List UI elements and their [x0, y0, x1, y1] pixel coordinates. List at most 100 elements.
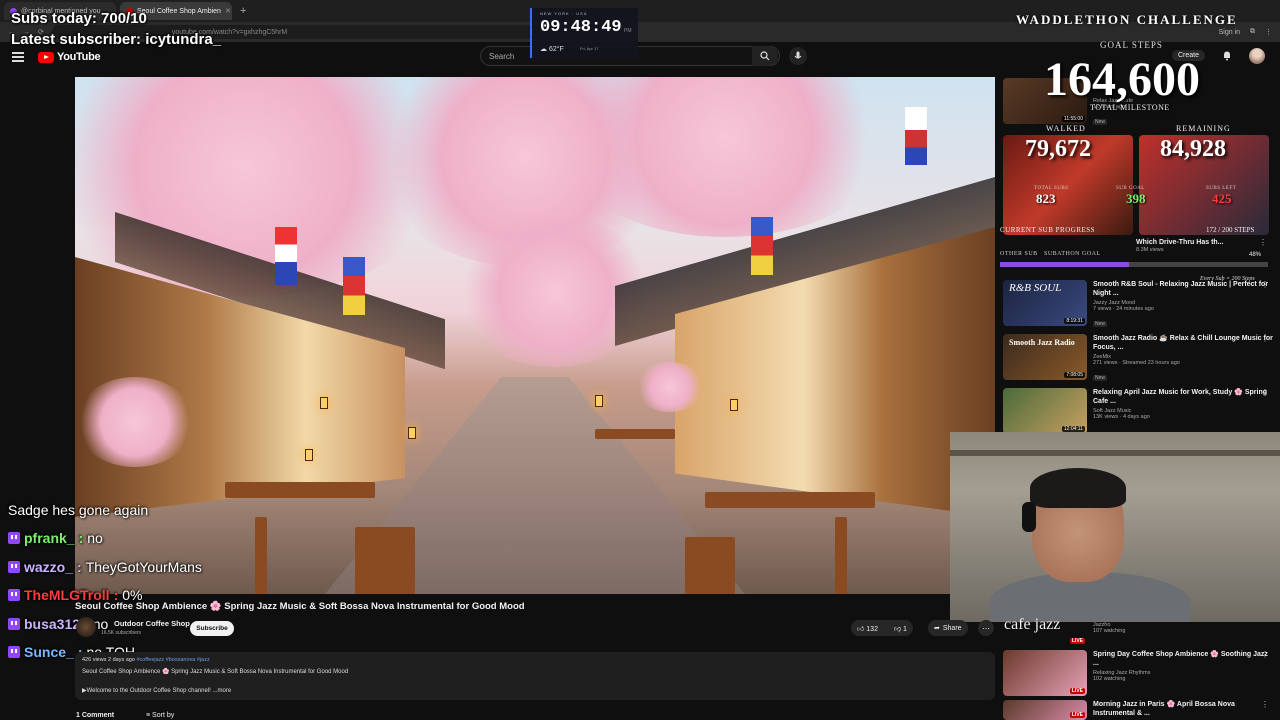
recommendation-title: Spring Day Coffee Shop Ambience 🌸 Soothi… — [1093, 651, 1268, 667]
recommendation-item[interactable]: LIVE Morning Jazz in Paris 🌸 April Bossa… — [1003, 700, 1273, 720]
subscribe-button[interactable]: Subscribe — [190, 621, 234, 636]
recommendation-meta: Smooth Jazz Radio ☕ Relax & Chill Lounge… — [1093, 334, 1273, 381]
hanging-banner — [343, 257, 365, 315]
more-actions-icon[interactable]: ⋮ — [1259, 238, 1267, 247]
recommendation-thumbnail[interactable]: LIVE — [1003, 620, 1087, 646]
hanging-banner — [275, 227, 297, 285]
twitch-icon — [8, 561, 20, 573]
walked-label: WALKED — [1046, 124, 1086, 133]
like-count: 132 — [866, 625, 878, 633]
channel-name[interactable]: Outdoor Coffee Shop — [114, 619, 190, 628]
hashtags[interactable]: #coffeejazz #bossanova #jazz — [136, 657, 209, 663]
recommendation-views: 107 watching — [1093, 628, 1126, 634]
subathon-goal-label: SUBATHON GOAL — [1044, 251, 1101, 257]
chat-username: pfrank_ — [24, 530, 75, 546]
waddlethon-title: WADDLETHON CHALLENGE — [1016, 12, 1238, 27]
subs-left-value: 425 — [1212, 191, 1232, 206]
pink-flower-bush — [75, 377, 195, 467]
other-sub-label: OTHER SUB — [1000, 251, 1038, 257]
sign-in-link[interactable]: Sign in — [1219, 29, 1240, 36]
live-badge: LIVE — [1069, 688, 1085, 694]
new-tab-icon[interactable]: + — [236, 5, 250, 17]
lantern — [320, 397, 328, 409]
cloud-icon: ☁ — [540, 46, 547, 53]
more-actions-icon[interactable]: ⋮ — [1261, 700, 1269, 709]
wooden-table — [225, 482, 375, 498]
more-actions-icon[interactable]: ⋮ — [1261, 388, 1269, 397]
recommendation-views: 8.3M views — [1136, 247, 1164, 253]
live-badge: LIVE — [1069, 638, 1085, 644]
video-player[interactable] — [75, 77, 995, 594]
recommendation-thumbnail[interactable]: Smooth Jazz Radio 7:08:05 — [1003, 334, 1087, 380]
account-avatar[interactable] — [1249, 48, 1265, 64]
chat-separator: : — [78, 530, 84, 546]
more-actions-button[interactable]: ⋯ — [978, 620, 994, 636]
video-duration: 7:08:05 — [1064, 372, 1085, 378]
clock-ampm: PM — [624, 28, 632, 34]
thumbnail-text: R&B SOUL — [1009, 282, 1062, 294]
total-milestone-label: TOTAL MILESTONE — [1090, 103, 1170, 112]
share-button[interactable]: ➦ Share — [928, 620, 968, 636]
recommendation-item[interactable]: Which Drive-Thru Has th... 8.3M views ⋮ — [1136, 238, 1271, 268]
sort-label: Sort by — [152, 712, 175, 719]
webcam-feed — [950, 432, 1280, 622]
sort-by-button[interactable]: ≡ Sort by — [146, 712, 174, 719]
lantern — [730, 399, 738, 411]
chat-username: wazzo_ — [24, 559, 74, 575]
close-tab-icon[interactable]: ✕ — [225, 7, 231, 15]
twitch-icon — [8, 618, 20, 630]
recommendation-item[interactable]: LIVE Jazzho 107 watching — [1003, 620, 1273, 646]
clock-city: NEW YORK · USA — [540, 11, 588, 16]
recommendation-thumbnail[interactable]: R&B SOUL 8:19:31 — [1003, 280, 1087, 326]
more-actions-icon[interactable]: ⋮ — [1261, 650, 1269, 659]
sub-progress-bar-fill — [1000, 262, 1129, 267]
wooden-table — [705, 492, 875, 508]
chat-text: TheyGotYourMans — [85, 559, 202, 575]
dislike-count: 1 — [903, 625, 907, 633]
notifications-bell-icon[interactable] — [1222, 50, 1232, 61]
recommendation-item[interactable]: 12:04:11 Relaxing April Jazz Music for W… — [1003, 388, 1273, 434]
hamburger-menu-icon[interactable] — [12, 52, 24, 62]
channel-avatar[interactable] — [76, 617, 96, 637]
recommendation-title: Relaxing April Jazz Music for Work, Stud… — [1093, 389, 1268, 405]
latest-subscriber: Latest subscriber: icytundra_ — [11, 31, 222, 48]
share-icon: ➦ — [934, 625, 940, 632]
youtube-logo[interactable]: YouTube — [38, 51, 101, 63]
recommendation-title: Smooth Jazz Radio ☕ Relax & Chill Lounge… — [1093, 335, 1273, 351]
recommendation-meta: Spring Day Coffee Shop Ambience 🌸 Soothi… — [1093, 650, 1273, 696]
recommendation-thumbnail[interactable]: LIVE — [1003, 650, 1087, 696]
clock-weather: ☁ 62°F — [540, 45, 564, 53]
shelf — [950, 450, 1280, 456]
youtube-play-icon — [38, 51, 54, 63]
remaining-label: REMAINING — [1176, 124, 1231, 133]
recommendation-item[interactable]: LIVE Spring Day Coffee Shop Ambience 🌸 S… — [1003, 650, 1273, 696]
lantern — [408, 427, 416, 439]
browser-menu-icon[interactable]: ⋮ — [1265, 28, 1272, 36]
recommendation-item[interactable]: Smooth Jazz Radio 7:08:05 Smooth Jazz Ra… — [1003, 334, 1273, 381]
wooden-stool — [355, 527, 415, 594]
recommendation-title: Smooth R&B Soul - Relaxing Jazz Music | … — [1093, 281, 1269, 297]
new-badge: New — [1093, 119, 1108, 125]
dislike-button[interactable]: 👎︎ 1 — [894, 624, 907, 633]
show-more-link[interactable]: ...more — [212, 688, 231, 694]
channel-subscribers: 16.5K subscribers — [101, 630, 142, 636]
more-actions-icon[interactable]: ⋮ — [1261, 280, 1269, 289]
recommendation-thumbnail[interactable]: LIVE — [1003, 700, 1087, 720]
table-leg — [835, 517, 847, 594]
recommendation-views: 102 watching — [1093, 676, 1126, 682]
sub-goal-value: 398 — [1126, 191, 1146, 206]
description-box[interactable]: 426 views 2 days ago #coffeejazz #bossan… — [75, 652, 995, 700]
search-button[interactable] — [752, 46, 778, 66]
description-text: ▶Welcome to the Outdoor Coffee Shop chan… — [82, 687, 231, 694]
recommendation-item[interactable]: R&B SOUL 8:19:31 Smooth R&B Soul - Relax… — [1003, 280, 1273, 327]
clock-date: Fri, Apr 17 — [580, 46, 599, 51]
subs-today-counter: Subs today: 700/10 — [11, 10, 147, 27]
like-button[interactable]: 👍︎ 132 — [857, 624, 878, 633]
comments-count: 1 Comment — [76, 712, 115, 719]
more-actions-icon[interactable]: ⋮ — [1261, 334, 1269, 343]
extensions-icon[interactable]: ⧉ — [1250, 28, 1255, 36]
recommendation-thumbnail[interactable]: 12:04:11 — [1003, 388, 1087, 434]
voice-search-button[interactable] — [789, 47, 807, 65]
goal-steps-value: 164,600 — [1044, 53, 1200, 106]
weather-temp: 62°F — [548, 46, 564, 53]
